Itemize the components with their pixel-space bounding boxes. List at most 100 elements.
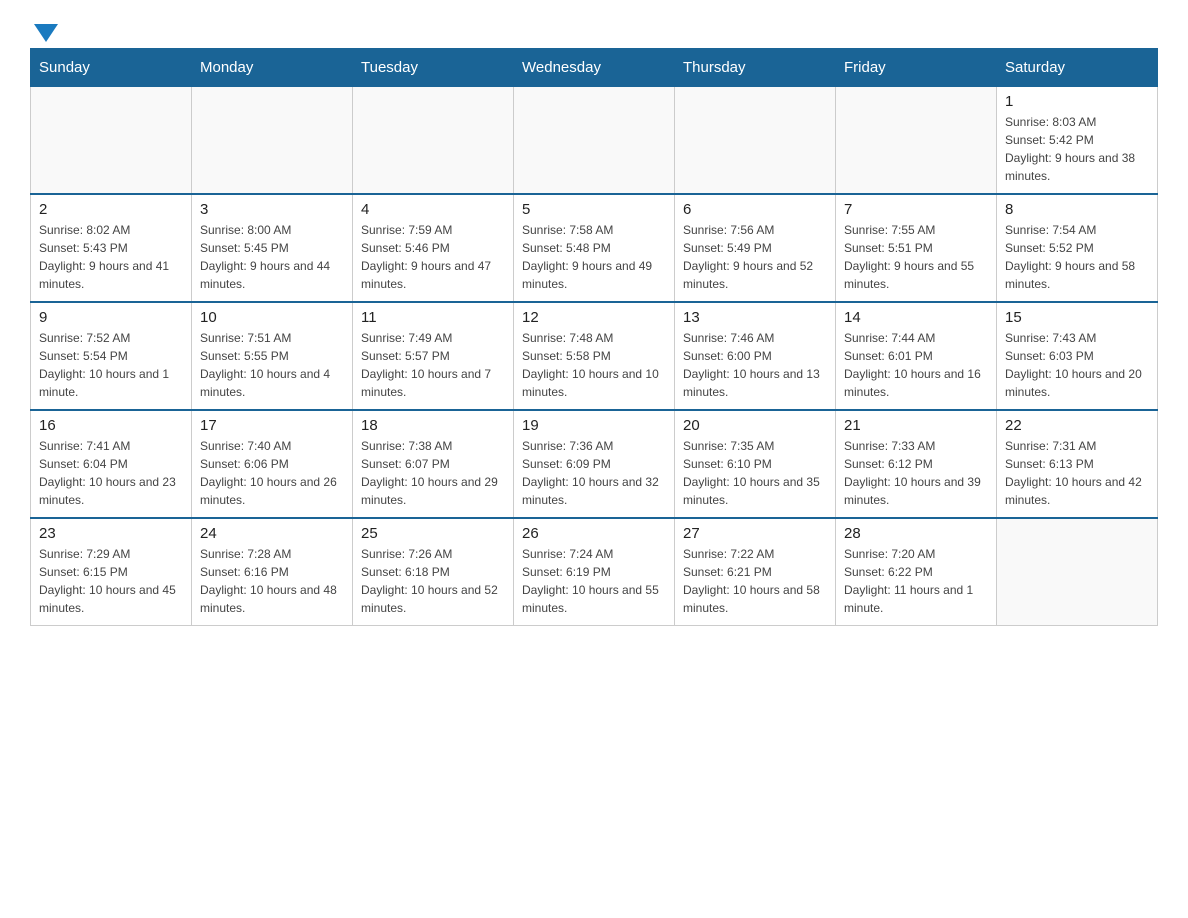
calendar-cell: 28 Sunrise: 7:20 AMSunset: 6:22 PMDayligh… — [836, 518, 997, 626]
calendar-cell — [31, 87, 192, 195]
day-number: 2 — [39, 201, 183, 218]
calendar-week-row: 23 Sunrise: 7:29 AMSunset: 6:15 PMDayligh… — [31, 518, 1158, 626]
calendar-cell: 9 Sunrise: 7:52 AMSunset: 5:54 PMDaylight… — [31, 302, 192, 410]
weekday-header-sunday: Sunday — [31, 49, 192, 87]
logo — [30, 20, 58, 38]
calendar-cell: 11 Sunrise: 7:49 AMSunset: 5:57 PMDayligh… — [353, 302, 514, 410]
calendar-cell — [997, 518, 1158, 626]
calendar-cell: 14Sunrise: 7:44 AMSunset: 6:01 PMDayligh… — [836, 302, 997, 410]
weekday-header-wednesday: Wednesday — [514, 49, 675, 87]
day-info: Sunrise: 7:28 AMSunset: 6:16 PMDaylight:… — [200, 545, 344, 617]
day-info: Sunrise: 7:54 AMSunset: 5:52 PMDaylight:… — [1005, 221, 1149, 293]
day-info: Sunrise: 7:56 AMSunset: 5:49 PMDaylight:… — [683, 221, 827, 293]
day-number: 3 — [200, 201, 344, 218]
day-info: Sunrise: 7:24 AMSunset: 6:19 PMDaylight:… — [522, 545, 666, 617]
calendar-cell: 16 Sunrise: 7:41 AMSunset: 6:04 PMDayligh… — [31, 410, 192, 518]
calendar-cell: 13 Sunrise: 7:46 AMSunset: 6:00 PMDayligh… — [675, 302, 836, 410]
logo-arrow-icon — [34, 24, 58, 42]
day-info: Sunrise: 7:41 AMSunset: 6:04 PMDaylight:… — [39, 437, 183, 509]
day-info: Sunrise: 8:00 AMSunset: 5:45 PMDaylight:… — [200, 221, 344, 293]
calendar-week-row: 9 Sunrise: 7:52 AMSunset: 5:54 PMDaylight… — [31, 302, 1158, 410]
day-number: 6 — [683, 201, 827, 218]
calendar-cell — [514, 87, 675, 195]
day-info: Sunrise: 8:02 AMSunset: 5:43 PMDaylight:… — [39, 221, 183, 293]
day-number: 9 — [39, 309, 183, 326]
calendar-cell: 25 Sunrise: 7:26 AMSunset: 6:18 PMDayligh… — [353, 518, 514, 626]
weekday-header-tuesday: Tuesday — [353, 49, 514, 87]
calendar-cell: 19Sunrise: 7:36 AMSunset: 6:09 PMDayligh… — [514, 410, 675, 518]
calendar-cell — [675, 87, 836, 195]
day-info: Sunrise: 7:31 AMSunset: 6:13 PMDaylight:… — [1005, 437, 1149, 509]
day-number: 7 — [844, 201, 988, 218]
calendar-cell — [836, 87, 997, 195]
day-number: 5 — [522, 201, 666, 218]
calendar-cell: 2 Sunrise: 8:02 AMSunset: 5:43 PMDaylight… — [31, 194, 192, 302]
calendar-cell: 4 Sunrise: 7:59 AMSunset: 5:46 PMDaylight… — [353, 194, 514, 302]
day-info: Sunrise: 7:40 AMSunset: 6:06 PMDaylight:… — [200, 437, 344, 509]
day-info: Sunrise: 7:44 AMSunset: 6:01 PMDaylight:… — [844, 329, 988, 401]
day-number: 10 — [200, 309, 344, 326]
weekday-header-thursday: Thursday — [675, 49, 836, 87]
calendar-week-row: 2 Sunrise: 8:02 AMSunset: 5:43 PMDaylight… — [31, 194, 1158, 302]
day-number: 8 — [1005, 201, 1149, 218]
day-number: 12 — [522, 309, 666, 326]
day-info: Sunrise: 7:51 AMSunset: 5:55 PMDaylight:… — [200, 329, 344, 401]
day-number: 22 — [1005, 417, 1149, 434]
calendar-table: SundayMondayTuesdayWednesdayThursdayFrid… — [30, 48, 1158, 626]
day-info: Sunrise: 7:33 AMSunset: 6:12 PMDaylight:… — [844, 437, 988, 509]
calendar-cell: 7 Sunrise: 7:55 AMSunset: 5:51 PMDaylight… — [836, 194, 997, 302]
day-number: 11 — [361, 309, 505, 326]
calendar-cell: 17 Sunrise: 7:40 AMSunset: 6:06 PMDayligh… — [192, 410, 353, 518]
calendar-cell: 21 Sunrise: 7:33 AMSunset: 6:12 PMDayligh… — [836, 410, 997, 518]
day-info: Sunrise: 7:49 AMSunset: 5:57 PMDaylight:… — [361, 329, 505, 401]
day-info: Sunrise: 7:48 AMSunset: 5:58 PMDaylight:… — [522, 329, 666, 401]
calendar-cell: 3 Sunrise: 8:00 AMSunset: 5:45 PMDaylight… — [192, 194, 353, 302]
day-number: 1 — [1005, 93, 1149, 110]
weekday-header-monday: Monday — [192, 49, 353, 87]
calendar-cell: 1 Sunrise: 8:03 AMSunset: 5:42 PMDaylight… — [997, 87, 1158, 195]
calendar-week-row: 16 Sunrise: 7:41 AMSunset: 6:04 PMDayligh… — [31, 410, 1158, 518]
day-number: 13 — [683, 309, 827, 326]
day-number: 23 — [39, 525, 183, 542]
day-number: 27 — [683, 525, 827, 542]
day-number: 25 — [361, 525, 505, 542]
calendar-cell: 15 Sunrise: 7:43 AMSunset: 6:03 PMDayligh… — [997, 302, 1158, 410]
day-info: Sunrise: 7:55 AMSunset: 5:51 PMDaylight:… — [844, 221, 988, 293]
day-number: 15 — [1005, 309, 1149, 326]
day-info: Sunrise: 7:35 AMSunset: 6:10 PMDaylight:… — [683, 437, 827, 509]
calendar-cell: 22 Sunrise: 7:31 AMSunset: 6:13 PMDayligh… — [997, 410, 1158, 518]
page-header — [30, 20, 1158, 38]
day-info: Sunrise: 7:59 AMSunset: 5:46 PMDaylight:… — [361, 221, 505, 293]
day-number: 21 — [844, 417, 988, 434]
calendar-cell: 8 Sunrise: 7:54 AMSunset: 5:52 PMDaylight… — [997, 194, 1158, 302]
day-info: Sunrise: 7:46 AMSunset: 6:00 PMDaylight:… — [683, 329, 827, 401]
calendar-week-row: 1 Sunrise: 8:03 AMSunset: 5:42 PMDaylight… — [31, 87, 1158, 195]
calendar-cell: 27Sunrise: 7:22 AMSunset: 6:21 PMDayligh… — [675, 518, 836, 626]
day-number: 24 — [200, 525, 344, 542]
calendar-cell: 23 Sunrise: 7:29 AMSunset: 6:15 PMDayligh… — [31, 518, 192, 626]
weekday-header-saturday: Saturday — [997, 49, 1158, 87]
day-info: Sunrise: 7:26 AMSunset: 6:18 PMDaylight:… — [361, 545, 505, 617]
calendar-cell: 5 Sunrise: 7:58 AMSunset: 5:48 PMDaylight… — [514, 194, 675, 302]
weekday-header-row: SundayMondayTuesdayWednesdayThursdayFrid… — [31, 49, 1158, 87]
day-number: 18 — [361, 417, 505, 434]
day-info: Sunrise: 7:29 AMSunset: 6:15 PMDaylight:… — [39, 545, 183, 617]
day-info: Sunrise: 7:58 AMSunset: 5:48 PMDaylight:… — [522, 221, 666, 293]
calendar-cell — [192, 87, 353, 195]
day-info: Sunrise: 7:20 AMSunset: 6:22 PMDaylight:… — [844, 545, 988, 617]
calendar-cell: 12 Sunrise: 7:48 AMSunset: 5:58 PMDayligh… — [514, 302, 675, 410]
day-info: Sunrise: 7:52 AMSunset: 5:54 PMDaylight:… — [39, 329, 183, 401]
day-number: 20 — [683, 417, 827, 434]
calendar-cell: 26 Sunrise: 7:24 AMSunset: 6:19 PMDayligh… — [514, 518, 675, 626]
day-info: Sunrise: 7:43 AMSunset: 6:03 PMDaylight:… — [1005, 329, 1149, 401]
day-number: 4 — [361, 201, 505, 218]
calendar-cell: 20 Sunrise: 7:35 AMSunset: 6:10 PMDayligh… — [675, 410, 836, 518]
day-info: Sunrise: 7:38 AMSunset: 6:07 PMDaylight:… — [361, 437, 505, 509]
calendar-cell — [353, 87, 514, 195]
day-number: 26 — [522, 525, 666, 542]
day-number: 16 — [39, 417, 183, 434]
calendar-cell: 10 Sunrise: 7:51 AMSunset: 5:55 PMDayligh… — [192, 302, 353, 410]
day-number: 17 — [200, 417, 344, 434]
day-number: 28 — [844, 525, 988, 542]
day-info: Sunrise: 8:03 AMSunset: 5:42 PMDaylight:… — [1005, 113, 1149, 185]
